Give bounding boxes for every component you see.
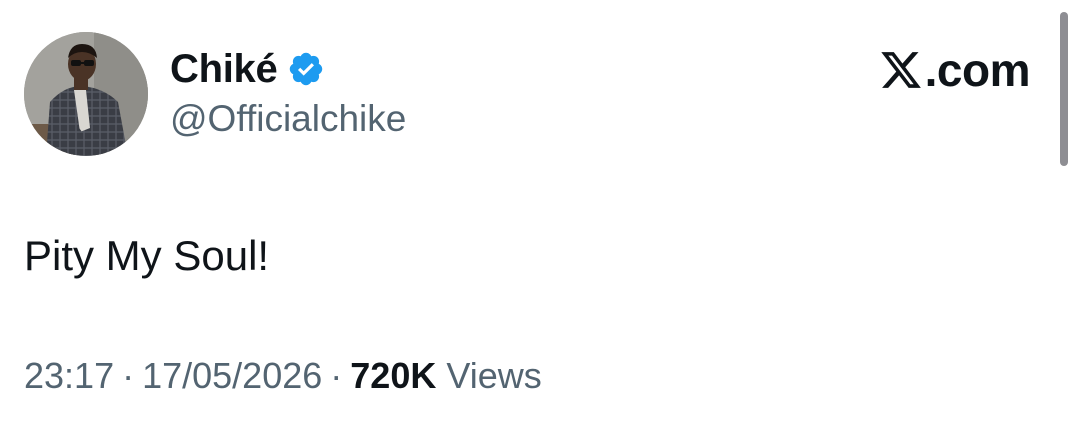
tweet-time[interactable]: 23:17 xyxy=(24,355,114,396)
x-logo-icon xyxy=(879,48,923,92)
views-label: Views xyxy=(446,355,542,396)
scrollbar[interactable] xyxy=(1060,12,1068,166)
brand-watermark: .com xyxy=(879,42,1031,98)
display-name[interactable]: Chiké xyxy=(170,47,278,92)
author-handle[interactable]: @Officialchike xyxy=(170,98,406,140)
author-name-row: Chiké xyxy=(170,44,325,94)
tweet-meta: 23:17 · 17/05/2026 · 720K Views xyxy=(24,355,542,397)
views-count[interactable]: 720K xyxy=(350,355,436,396)
meta-separator: · xyxy=(122,355,135,396)
tweet-date[interactable]: 17/05/2026 xyxy=(142,355,322,396)
verified-badge-icon[interactable] xyxy=(287,50,325,88)
brand-text: .com xyxy=(924,44,1031,96)
meta-separator: · xyxy=(330,355,343,396)
avatar[interactable] xyxy=(24,32,148,156)
tweet-text: Pity My Soul! xyxy=(24,232,270,279)
